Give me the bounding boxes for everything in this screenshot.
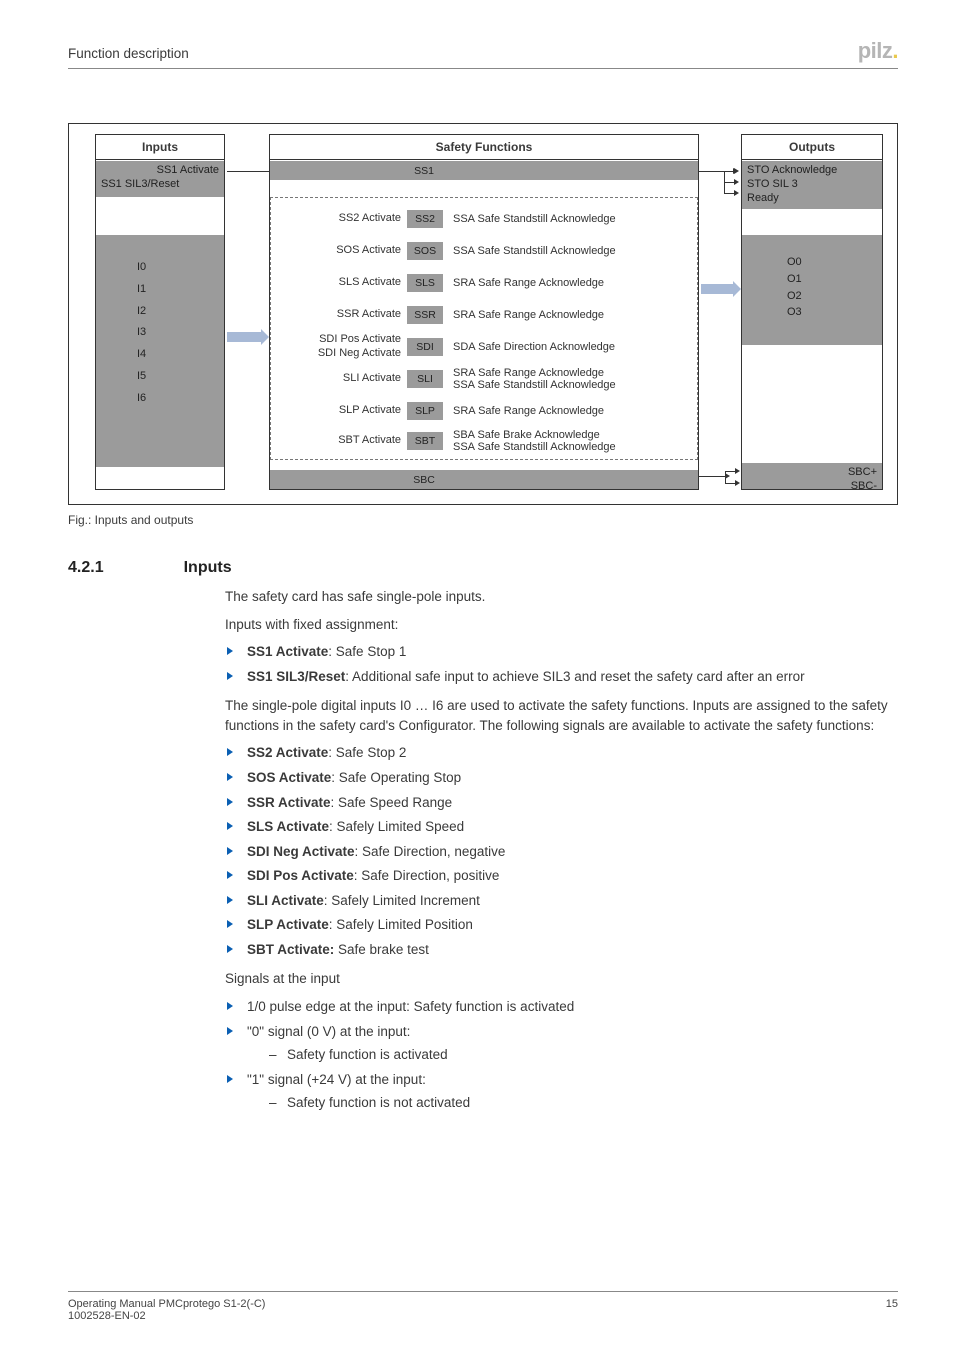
para: The safety card has safe single-pole inp… — [225, 587, 898, 607]
para: Signals at the input — [225, 969, 898, 989]
list-item: SOS Activate: Safe Operating Stop — [225, 768, 898, 788]
list-item: SS1 SIL3/Reset: Additional safe input to… — [225, 667, 898, 687]
list-item: SBT Activate: Safe brake test — [225, 940, 898, 960]
footer-left: Operating Manual PMCprotego S1-2(-C) 100… — [68, 1298, 265, 1322]
inputs-box: Inputs SS1 Activate SS1 SIL3/Reset I0 I1… — [95, 134, 225, 490]
sub-item: Safety function is activated — [269, 1045, 898, 1065]
list-item: "1" signal (+24 V) at the input: Safety … — [225, 1070, 898, 1113]
page-header: Function description pilz. — [68, 38, 898, 69]
arr-out-top1 — [724, 171, 734, 172]
fixed-inputs-list: SS1 Activate: Safe Stop 1 SS1 SIL3/Reset… — [225, 642, 898, 686]
sf-sbc: SBC — [270, 470, 698, 489]
list-item: SS2 Activate: Safe Stop 2 — [225, 743, 898, 763]
sub-item: Safety function is not activated — [269, 1093, 898, 1113]
inputs-fixed: SS1 Activate SS1 SIL3/Reset — [96, 161, 224, 197]
section-title: Inputs — [184, 559, 232, 577]
list-item: SSR Activate: Safe Speed Range — [225, 793, 898, 813]
diagram-wrap: Inputs SS1 Activate SS1 SIL3/Reset I0 I1… — [68, 123, 898, 527]
list-item: SDI Neg Activate: Safe Direction, negati… — [225, 842, 898, 862]
pilz-logo: pilz. — [858, 38, 898, 64]
out-sbc: SBC+ SBC- — [742, 463, 882, 489]
outputs-box: Outputs STO Acknowledge STO SIL 3 Ready … — [741, 134, 883, 490]
branch-out-bot — [725, 471, 726, 483]
out-head: Outputs — [742, 135, 882, 160]
inputs-head: Inputs — [96, 135, 224, 160]
arr-out-top3 — [724, 193, 734, 194]
io-diagram: Inputs SS1 Activate SS1 SIL3/Reset I0 I1… — [68, 123, 898, 505]
para: The single-pole digital inputs I0 … I6 a… — [225, 696, 898, 735]
input-signals-list: 1/0 pulse edge at the input: Safety func… — [225, 997, 898, 1113]
para: Inputs with fixed assignment: — [225, 615, 898, 635]
figure-caption: Fig.: Inputs and outputs — [68, 513, 898, 527]
sf-head: Safety Functions — [270, 135, 698, 160]
list-item: SDI Pos Activate: Safe Direction, positi… — [225, 866, 898, 886]
safety-functions-box: Safety Functions SS1 SS2 Activate SS2 SS… — [269, 134, 699, 490]
page-footer: Operating Manual PMCprotego S1-2(-C) 100… — [68, 1291, 898, 1322]
arr-out-bot1 — [725, 471, 735, 472]
arr-out-top2 — [724, 182, 734, 183]
section-number: 4.2.1 — [68, 559, 104, 577]
list-item: "0" signal (0 V) at the input: Safety fu… — [225, 1022, 898, 1065]
section-heading: 4.2.1 Inputs — [68, 559, 898, 577]
out-digital: O0 O1 O2 O3 — [742, 235, 882, 345]
list-item: 1/0 pulse edge at the input: Safety func… — [225, 997, 898, 1017]
sf-group: SS2 Activate SS2 SSA Safe Standstill Ack… — [270, 197, 698, 460]
arr-out-bot2 — [725, 483, 735, 484]
out-top: STO Acknowledge STO SIL 3 Ready — [742, 161, 882, 209]
arrow-sf-to-outputs — [701, 284, 733, 294]
section-content: The safety card has safe single-pole inp… — [225, 587, 898, 1113]
arrow-inputs-to-sf — [227, 332, 261, 342]
signals-list: SS2 Activate: Safe Stop 2 SOS Activate: … — [225, 743, 898, 959]
list-item: SS1 Activate: Safe Stop 1 — [225, 642, 898, 662]
page-number: 15 — [886, 1298, 898, 1322]
list-item: SLP Activate: Safely Limited Position — [225, 915, 898, 935]
inputs-digital: I0 I1 I2 I3 I4 I5 I6 — [96, 235, 224, 467]
list-item: SLS Activate: Safely Limited Speed — [225, 817, 898, 837]
sf-ss1: SS1 — [270, 161, 698, 180]
header-title: Function description — [68, 46, 189, 61]
list-item: SLI Activate: Safely Limited Increment — [225, 891, 898, 911]
section-4-2-1: 4.2.1 Inputs The safety card has safe si… — [68, 559, 898, 1113]
